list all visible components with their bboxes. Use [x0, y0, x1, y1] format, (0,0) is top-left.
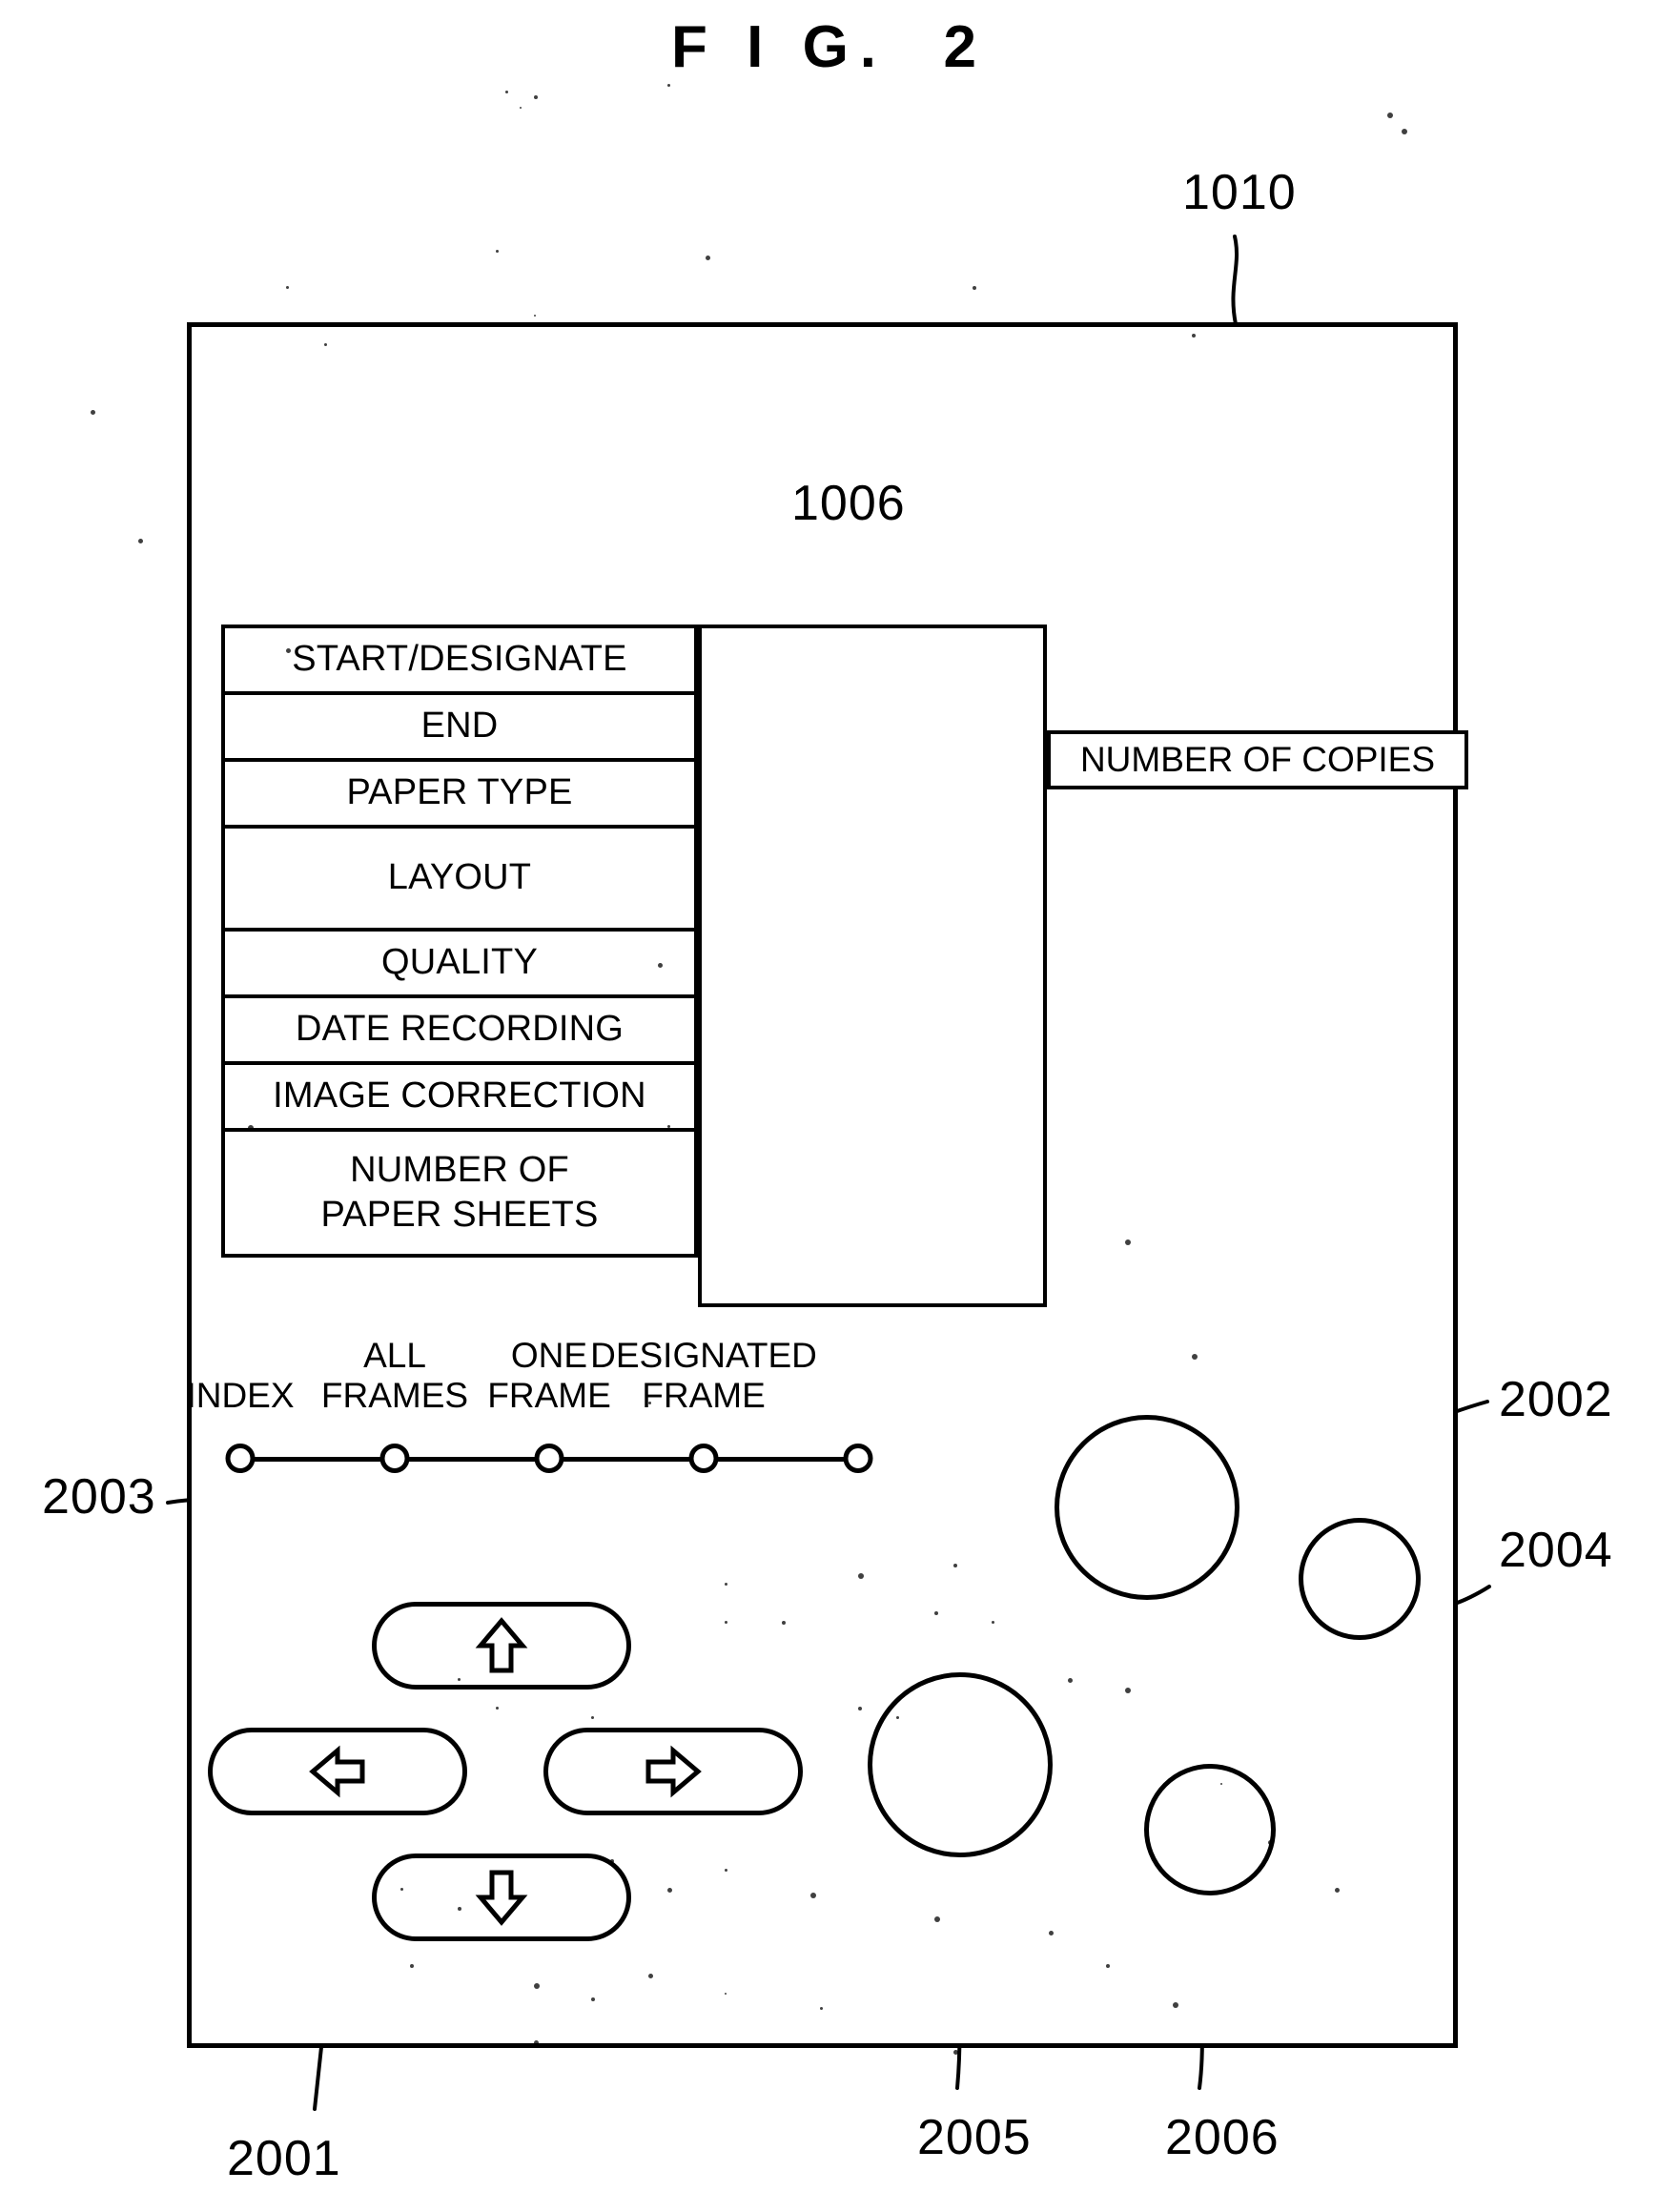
- leader-1010: [1233, 236, 1237, 324]
- figure-title: F I G. 2: [0, 13, 1659, 81]
- reference-numeral-2003: 2003: [42, 1468, 156, 1526]
- menu-item-paper-type[interactable]: PAPER TYPE: [225, 762, 694, 829]
- small-round-button-2006[interactable]: [1144, 1764, 1276, 1895]
- mode-node-extra[interactable]: [844, 1444, 873, 1473]
- reference-numeral-2001: 2001: [227, 2130, 341, 2187]
- menu-item-label: END: [421, 707, 499, 746]
- small-round-button-2004[interactable]: [1299, 1518, 1421, 1640]
- mode-node-one-frame[interactable]: [535, 1444, 564, 1473]
- large-round-button-2005[interactable]: [868, 1672, 1053, 1857]
- mode-node-all-frames[interactable]: [380, 1444, 410, 1473]
- right-arrow-icon: [645, 1743, 702, 1800]
- menu-item-image-correction[interactable]: IMAGE CORRECTION: [225, 1065, 694, 1132]
- reference-numeral-1006: 1006: [791, 475, 906, 532]
- mode-label-index: INDEX: [186, 1376, 294, 1415]
- menu-item-start-designate[interactable]: START/DESIGNATE: [225, 628, 694, 695]
- reference-numeral-2002: 2002: [1499, 1371, 1613, 1428]
- up-arrow-icon: [473, 1617, 530, 1674]
- menu-item-label: QUALITY: [381, 943, 538, 982]
- menu-item-label-line2: PAPER SHEETS: [321, 1193, 599, 1238]
- reference-numeral-2006: 2006: [1165, 2109, 1280, 2166]
- menu-item-label: LAYOUT: [388, 858, 531, 897]
- menu-item-label: DATE RECORDING: [296, 1010, 624, 1049]
- right-arrow-button[interactable]: [543, 1728, 803, 1815]
- menu-item-label: PAPER TYPE: [346, 773, 572, 812]
- mode-node-index[interactable]: [226, 1444, 256, 1473]
- menu-item-label: IMAGE CORRECTION: [273, 1076, 646, 1116]
- menu-item-label: START/DESIGNATE: [292, 640, 626, 679]
- left-arrow-icon: [309, 1743, 366, 1800]
- reference-numeral-1010: 1010: [1182, 164, 1297, 221]
- number-of-copies-field[interactable]: NUMBER OF COPIES: [1047, 730, 1468, 789]
- mode-label-designated-frame: DESIGNATED FRAME: [590, 1336, 817, 1415]
- mode-node-designated-frame[interactable]: [689, 1444, 719, 1473]
- print-mode-selector: INDEX ALL FRAMES ONE FRAME DESIGNATED FR…: [200, 1325, 1211, 1497]
- mode-label-all-frames: ALL FRAMES: [321, 1336, 468, 1415]
- menu-item-layout[interactable]: LAYOUT: [225, 829, 694, 932]
- menu-item-quality[interactable]: QUALITY: [225, 932, 694, 998]
- down-arrow-icon: [473, 1869, 530, 1926]
- menu-item-label-line1: NUMBER OF: [350, 1148, 569, 1193]
- left-arrow-button[interactable]: [208, 1728, 467, 1815]
- menu-item-end[interactable]: END: [225, 695, 694, 762]
- up-arrow-button[interactable]: [372, 1602, 631, 1690]
- down-arrow-button[interactable]: [372, 1854, 631, 1941]
- reference-numeral-2005: 2005: [917, 2109, 1032, 2166]
- menu-item-date-recording[interactable]: DATE RECORDING: [225, 998, 694, 1065]
- reference-numeral-2004: 2004: [1499, 1522, 1613, 1579]
- menu-item-number-of-paper-sheets[interactable]: NUMBER OF PAPER SHEETS: [225, 1132, 694, 1254]
- display-preview-area: [698, 625, 1047, 1307]
- large-round-button-2002[interactable]: [1055, 1415, 1239, 1600]
- settings-menu-table: START/DESIGNATE END PAPER TYPE LAYOUT QU…: [221, 625, 698, 1258]
- number-of-copies-label: NUMBER OF COPIES: [1080, 740, 1435, 780]
